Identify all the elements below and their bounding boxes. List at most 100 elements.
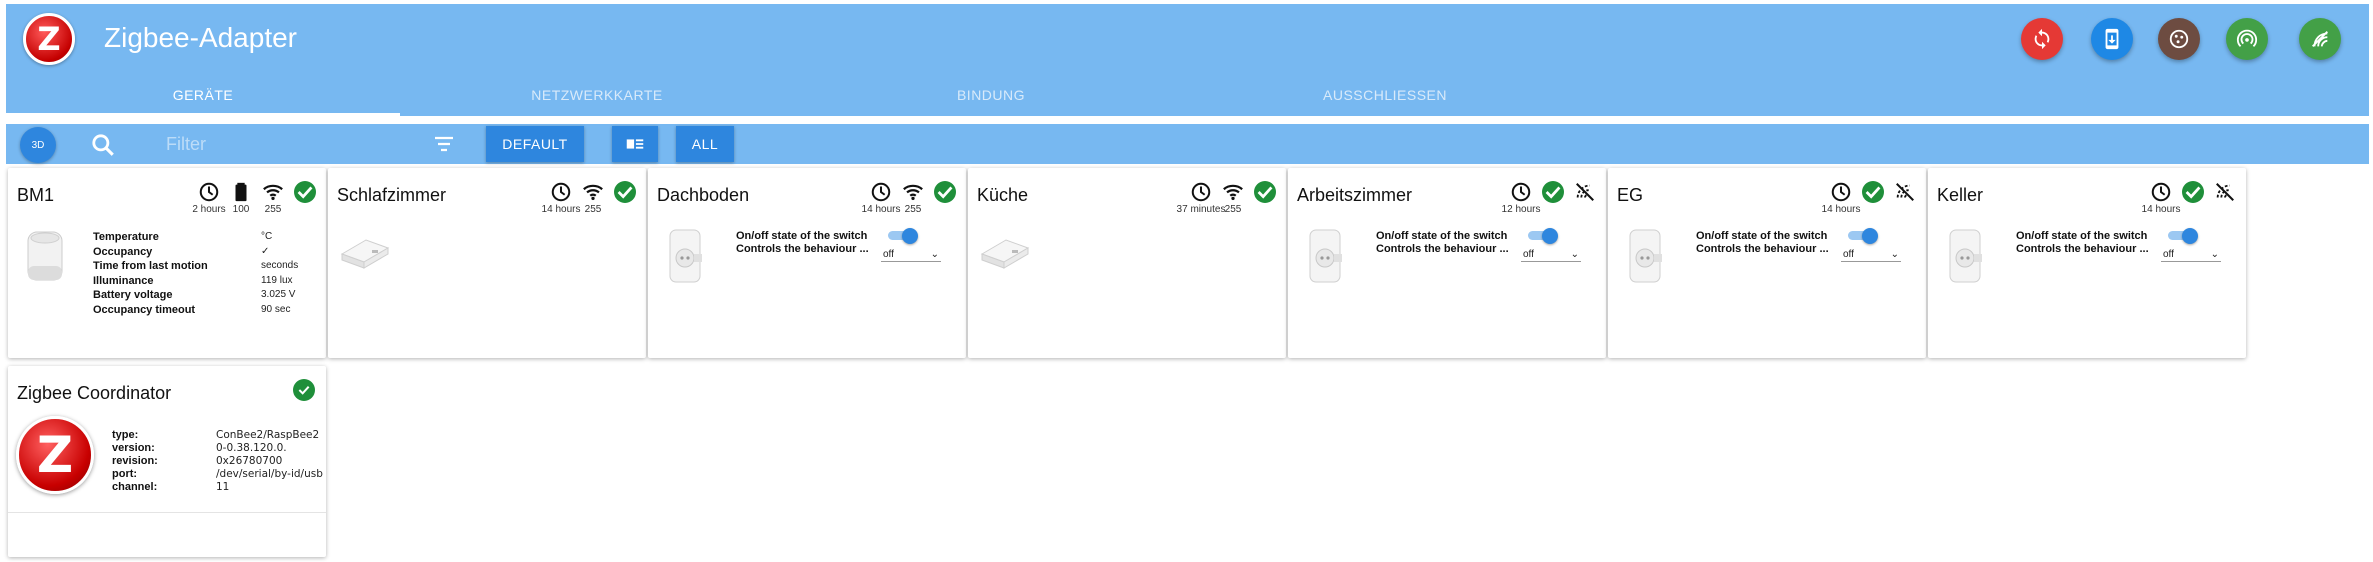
battery-indicator: 100 xyxy=(228,181,254,215)
card-name: Keller xyxy=(1937,185,1984,205)
state-label: Occupancy timeout xyxy=(93,303,196,316)
status-indicator xyxy=(612,181,638,203)
last-seen-value: 2 hours xyxy=(192,204,226,215)
card-status-icons: 14 hours 255 xyxy=(542,181,638,215)
no-link-indicator xyxy=(2212,181,2238,203)
chevron-down-icon: ⌄ xyxy=(930,249,939,260)
info-label: channel: xyxy=(112,481,158,493)
tab-devices[interactable]: Geräte xyxy=(6,74,400,116)
link-quality-indicator: 255 xyxy=(580,181,606,215)
info-label: port: xyxy=(112,468,138,480)
device-card[interactable]: BM1 2 hours 100 255 Temperature Occupancy Time… xyxy=(8,168,326,358)
last-seen-indicator: 2 hours xyxy=(192,181,226,215)
tab-binding[interactable]: Bindung xyxy=(794,74,1188,116)
map-button[interactable] xyxy=(2158,18,2200,60)
card-view-button[interactable] xyxy=(612,126,658,162)
device-card[interactable]: Dachboden 14 hours 255 On/off state of the … xyxy=(648,168,966,358)
page-title: Zigbee-Adapter xyxy=(104,22,298,53)
chevron-down-icon: ⌄ xyxy=(1570,249,1579,260)
check-circle-icon xyxy=(293,379,315,401)
power-toggle[interactable] xyxy=(888,228,918,244)
power-toggle[interactable] xyxy=(1528,228,1558,244)
clock-icon xyxy=(199,182,219,202)
state-label: Time from last motion xyxy=(93,260,208,272)
phone-download-icon xyxy=(2105,28,2119,50)
device-card[interactable]: Keller 14 hours On/off state of the switch… xyxy=(1928,168,2246,358)
device-image xyxy=(1620,226,1670,286)
select-value: off xyxy=(1843,249,1854,260)
state-label: On/off state of the switch xyxy=(2016,230,2148,242)
device-card[interactable]: Arbeitszimmer 12 hours On/off state of the… xyxy=(1288,168,1606,358)
info-value: 11 xyxy=(216,481,230,493)
card-name: Küche xyxy=(977,185,1029,205)
no-signal-icon xyxy=(1896,183,1914,201)
power-toggle[interactable] xyxy=(1848,228,1878,244)
state-value: 90 sec xyxy=(261,303,291,315)
filter-toolbar: 3D DEFAULT ALL xyxy=(6,124,2369,164)
card-status-icons: 14 hours 255 xyxy=(862,181,958,215)
search-icon[interactable] xyxy=(90,132,116,158)
sort-icon[interactable] xyxy=(432,134,456,154)
info-label: version: xyxy=(112,442,155,454)
clock-icon xyxy=(871,182,891,202)
card-status-icons: 2 hours 100 255 xyxy=(192,181,318,215)
device-state-labels: On/off state of the switch Controls the b… xyxy=(1696,230,1829,256)
info-label: type: xyxy=(112,429,139,441)
active-tab-indicator xyxy=(6,113,400,116)
power-on-behaviour-select[interactable]: off ⌄ xyxy=(1841,248,1901,262)
state-label: Illuminance xyxy=(93,274,154,287)
last-seen-value: 14 hours xyxy=(1821,204,1861,215)
touchlink-button[interactable] xyxy=(2299,18,2341,60)
filter-input[interactable] xyxy=(166,130,426,158)
device-state-labels: On/off state of the switch Controls the b… xyxy=(1376,230,1509,256)
last-seen-indicator: 12 hours xyxy=(1502,181,1540,215)
state-value: seconds xyxy=(261,260,299,271)
join-device-button[interactable] xyxy=(2091,18,2133,60)
device-card[interactable]: EG 14 hours On/off state of the switch Cont… xyxy=(1608,168,1926,358)
last-seen-value: 14 hours xyxy=(2141,204,2181,215)
tab-network-map[interactable]: Netzwerkkarte xyxy=(400,74,794,116)
power-on-behaviour-select[interactable]: off ⌄ xyxy=(1521,248,1581,262)
reset-button[interactable] xyxy=(2021,18,2063,60)
device-image xyxy=(1300,226,1350,286)
state-label: Controls the behaviour ... xyxy=(1696,243,1829,255)
card-status-icons: 37 minutes 255 xyxy=(1177,181,1278,215)
coordinator-info-labels: type: version: revision: port: channel: xyxy=(112,429,158,494)
signal-strength-icon xyxy=(583,184,603,201)
device-card[interactable]: Schlafzimmer 14 hours 255 xyxy=(328,168,646,358)
coordinator-info-values: ConBee2/RaspBee2 0-0.38.120.0. 0x2678070… xyxy=(216,429,323,494)
tab-exclude[interactable]: Ausschließen xyxy=(1188,74,1582,116)
device-image xyxy=(336,230,396,270)
link-quality-value: 255 xyxy=(264,204,282,215)
info-label: revision: xyxy=(112,455,158,467)
device-image xyxy=(20,226,70,286)
status-indicator xyxy=(292,181,318,203)
info-value: 0-0.38.120.0. xyxy=(216,442,287,454)
clock-icon xyxy=(1191,182,1211,202)
state-value: ✓ xyxy=(261,245,270,257)
device-state-labels: Temperature Occupancy Time from last motio… xyxy=(93,230,208,317)
card-name: Dachboden xyxy=(657,185,750,205)
select-value: off xyxy=(883,249,894,260)
device-state-values: °C ✓ seconds 119 lux 3.025 V 90 sec xyxy=(261,230,298,317)
battery-value: 100 xyxy=(232,204,250,215)
device-card[interactable]: Küche 37 minutes 255 xyxy=(968,168,1286,358)
usb-adapter-image xyxy=(340,239,390,269)
view-3d-button[interactable]: 3D xyxy=(20,127,56,163)
card-name: Schlafzimmer xyxy=(337,185,447,205)
card-name: Arbeitszimmer xyxy=(1297,185,1413,205)
power-toggle[interactable] xyxy=(2168,228,2198,244)
default-button[interactable]: DEFAULT xyxy=(486,126,584,162)
smart-plug-image xyxy=(669,229,702,283)
link-quality-indicator: 255 xyxy=(900,181,926,215)
chevron-down-icon: ⌄ xyxy=(1890,249,1899,260)
smart-plug-image xyxy=(1629,229,1662,283)
card-view-icon xyxy=(626,139,644,149)
card-status-icons: 12 hours xyxy=(1502,181,1598,215)
all-button[interactable]: ALL xyxy=(676,126,734,162)
power-on-behaviour-select[interactable]: off ⌄ xyxy=(2161,248,2221,262)
pairing-button[interactable] xyxy=(2226,18,2268,60)
coordinator-card[interactable]: Zigbee Coordinator Z type: version: revi… xyxy=(8,366,326,557)
power-on-behaviour-select[interactable]: off ⌄ xyxy=(881,248,941,262)
signal-icon xyxy=(2312,31,2328,47)
